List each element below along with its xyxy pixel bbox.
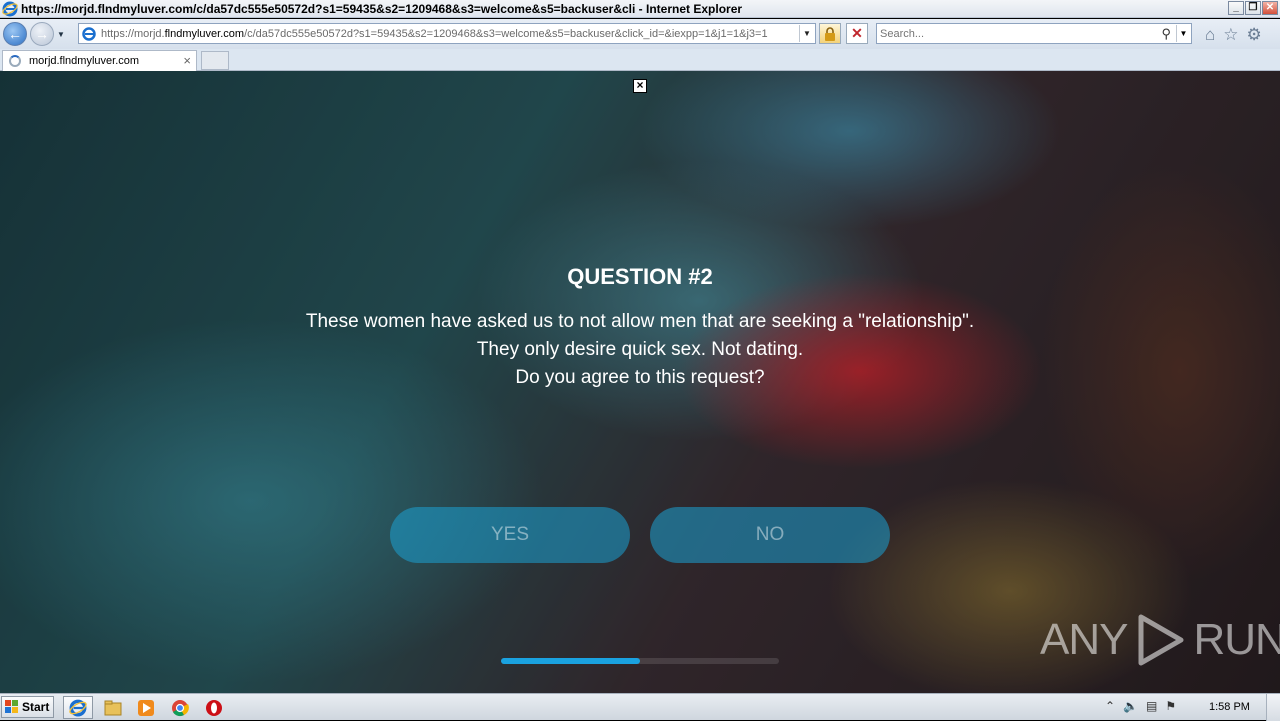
clock[interactable]: 1:58 PM <box>1209 701 1250 713</box>
opera-icon <box>206 699 222 716</box>
navigation-bar: ← → ▼ https://morjd.flndmyluver.com/c/da… <box>0 19 1280 49</box>
no-button[interactable]: NO <box>650 507 890 563</box>
question-line: Do you agree to this request? <box>515 367 765 388</box>
close-overlay-button[interactable]: × <box>633 79 647 93</box>
tab-close-icon[interactable]: × <box>183 53 191 68</box>
search-icon[interactable]: ⚲ <box>1161 26 1171 42</box>
question-line: These women have asked us to not allow m… <box>305 311 975 332</box>
quiz-progress-bar <box>501 658 779 664</box>
stop-button[interactable]: ✕ <box>846 23 868 44</box>
start-label: Start <box>22 700 50 714</box>
loading-spinner-icon <box>9 55 21 67</box>
internet-explorer-icon <box>2 1 18 16</box>
play-triangle-icon <box>1138 614 1184 666</box>
search-input[interactable] <box>880 26 1150 41</box>
quiz-progress-fill <box>501 658 640 664</box>
new-tab-button[interactable] <box>201 51 229 70</box>
close-window-button[interactable]: ✕ <box>1262 1 1278 15</box>
security-lock-button[interactable] <box>819 23 841 44</box>
search-box[interactable]: ⚲ ▼ <box>876 23 1192 44</box>
watermark-text-left: ANY <box>1040 615 1128 664</box>
question-title: QUESTION #2 <box>567 264 713 289</box>
stop-x-icon: ✕ <box>851 25 863 41</box>
back-arrow-icon: ← <box>8 26 22 42</box>
tab-active[interactable]: morjd.flndmyluver.com × <box>2 50 197 71</box>
home-icon[interactable]: ⌂ <box>1205 25 1215 45</box>
forward-button[interactable]: → <box>30 22 54 46</box>
show-desktop-button[interactable] <box>1266 694 1280 721</box>
lock-icon <box>825 26 835 41</box>
volume-icon[interactable]: 🔈 <box>1123 699 1138 713</box>
windows-flag-icon <box>5 700 18 713</box>
minimize-button[interactable]: _ <box>1228 1 1244 15</box>
window-title-bar: https://morjd.flndmyluver.com/c/da57dc55… <box>0 0 1280 18</box>
tab-bar: morjd.flndmyluver.com × <box>0 49 1280 71</box>
forward-arrow-icon: → <box>35 26 49 42</box>
taskbar-opera[interactable] <box>199 696 229 719</box>
page-content: × QUESTION #2 These women have asked us … <box>0 71 1280 693</box>
action-center-flag-icon[interactable]: ⚑ <box>1165 699 1176 713</box>
taskbar: Start ⌃ 🔈 ▤ ⚑ 1:58 PM <box>0 693 1280 721</box>
history-dropdown-icon[interactable]: ▼ <box>57 30 67 39</box>
taskbar-file-explorer[interactable] <box>98 696 128 719</box>
url-path: /c/da57dc555e50572d?s1=59435&s2=1209468&… <box>244 27 768 40</box>
search-dropdown-icon[interactable]: ▼ <box>1176 25 1190 42</box>
question-text: These women have asked us to not allow m… <box>0 308 1280 392</box>
window-title: https://morjd.flndmyluver.com/c/da57dc55… <box>21 1 743 16</box>
address-url[interactable]: https://morjd.flndmyluver.com/c/da57dc55… <box>101 28 768 40</box>
internet-explorer-icon <box>69 699 87 716</box>
address-dropdown-icon[interactable]: ▼ <box>799 25 814 42</box>
anyrun-watermark: ANY RUN <box>1040 611 1280 669</box>
chrome-icon <box>172 699 189 716</box>
back-button[interactable]: ← <box>3 22 27 46</box>
favorites-star-icon[interactable]: ☆ <box>1223 25 1238 45</box>
url-prefix: https://morjd. <box>101 27 165 40</box>
media-player-icon <box>138 699 154 716</box>
address-bar[interactable]: https://morjd.flndmyluver.com/c/da57dc55… <box>78 23 816 44</box>
network-icon[interactable]: ▤ <box>1146 699 1157 713</box>
window-controls: _ ❐ ✕ <box>1228 1 1278 15</box>
command-icons: ⌂ ☆ ⚙ <box>1205 25 1262 45</box>
system-tray: ⌃ 🔈 ▤ ⚑ <box>1105 699 1176 713</box>
maximize-button[interactable]: ❐ <box>1245 1 1261 15</box>
url-domain: flndmyluver.com <box>164 27 245 40</box>
folder-icon <box>104 700 122 715</box>
taskbar-internet-explorer[interactable] <box>63 696 93 719</box>
taskbar-chrome[interactable] <box>165 696 195 719</box>
watermark-text-right: RUN <box>1193 615 1280 664</box>
taskbar-media-player[interactable] <box>131 696 161 719</box>
internet-explorer-page-icon <box>82 26 96 41</box>
start-button[interactable]: Start <box>1 696 54 718</box>
tools-gear-icon[interactable]: ⚙ <box>1247 25 1262 45</box>
tab-label: morjd.flndmyluver.com <box>29 55 140 67</box>
question-line: They only desire quick sex. Not dating. <box>476 339 804 360</box>
tray-expand-icon[interactable]: ⌃ <box>1105 699 1115 713</box>
yes-button[interactable]: YES <box>390 507 630 563</box>
